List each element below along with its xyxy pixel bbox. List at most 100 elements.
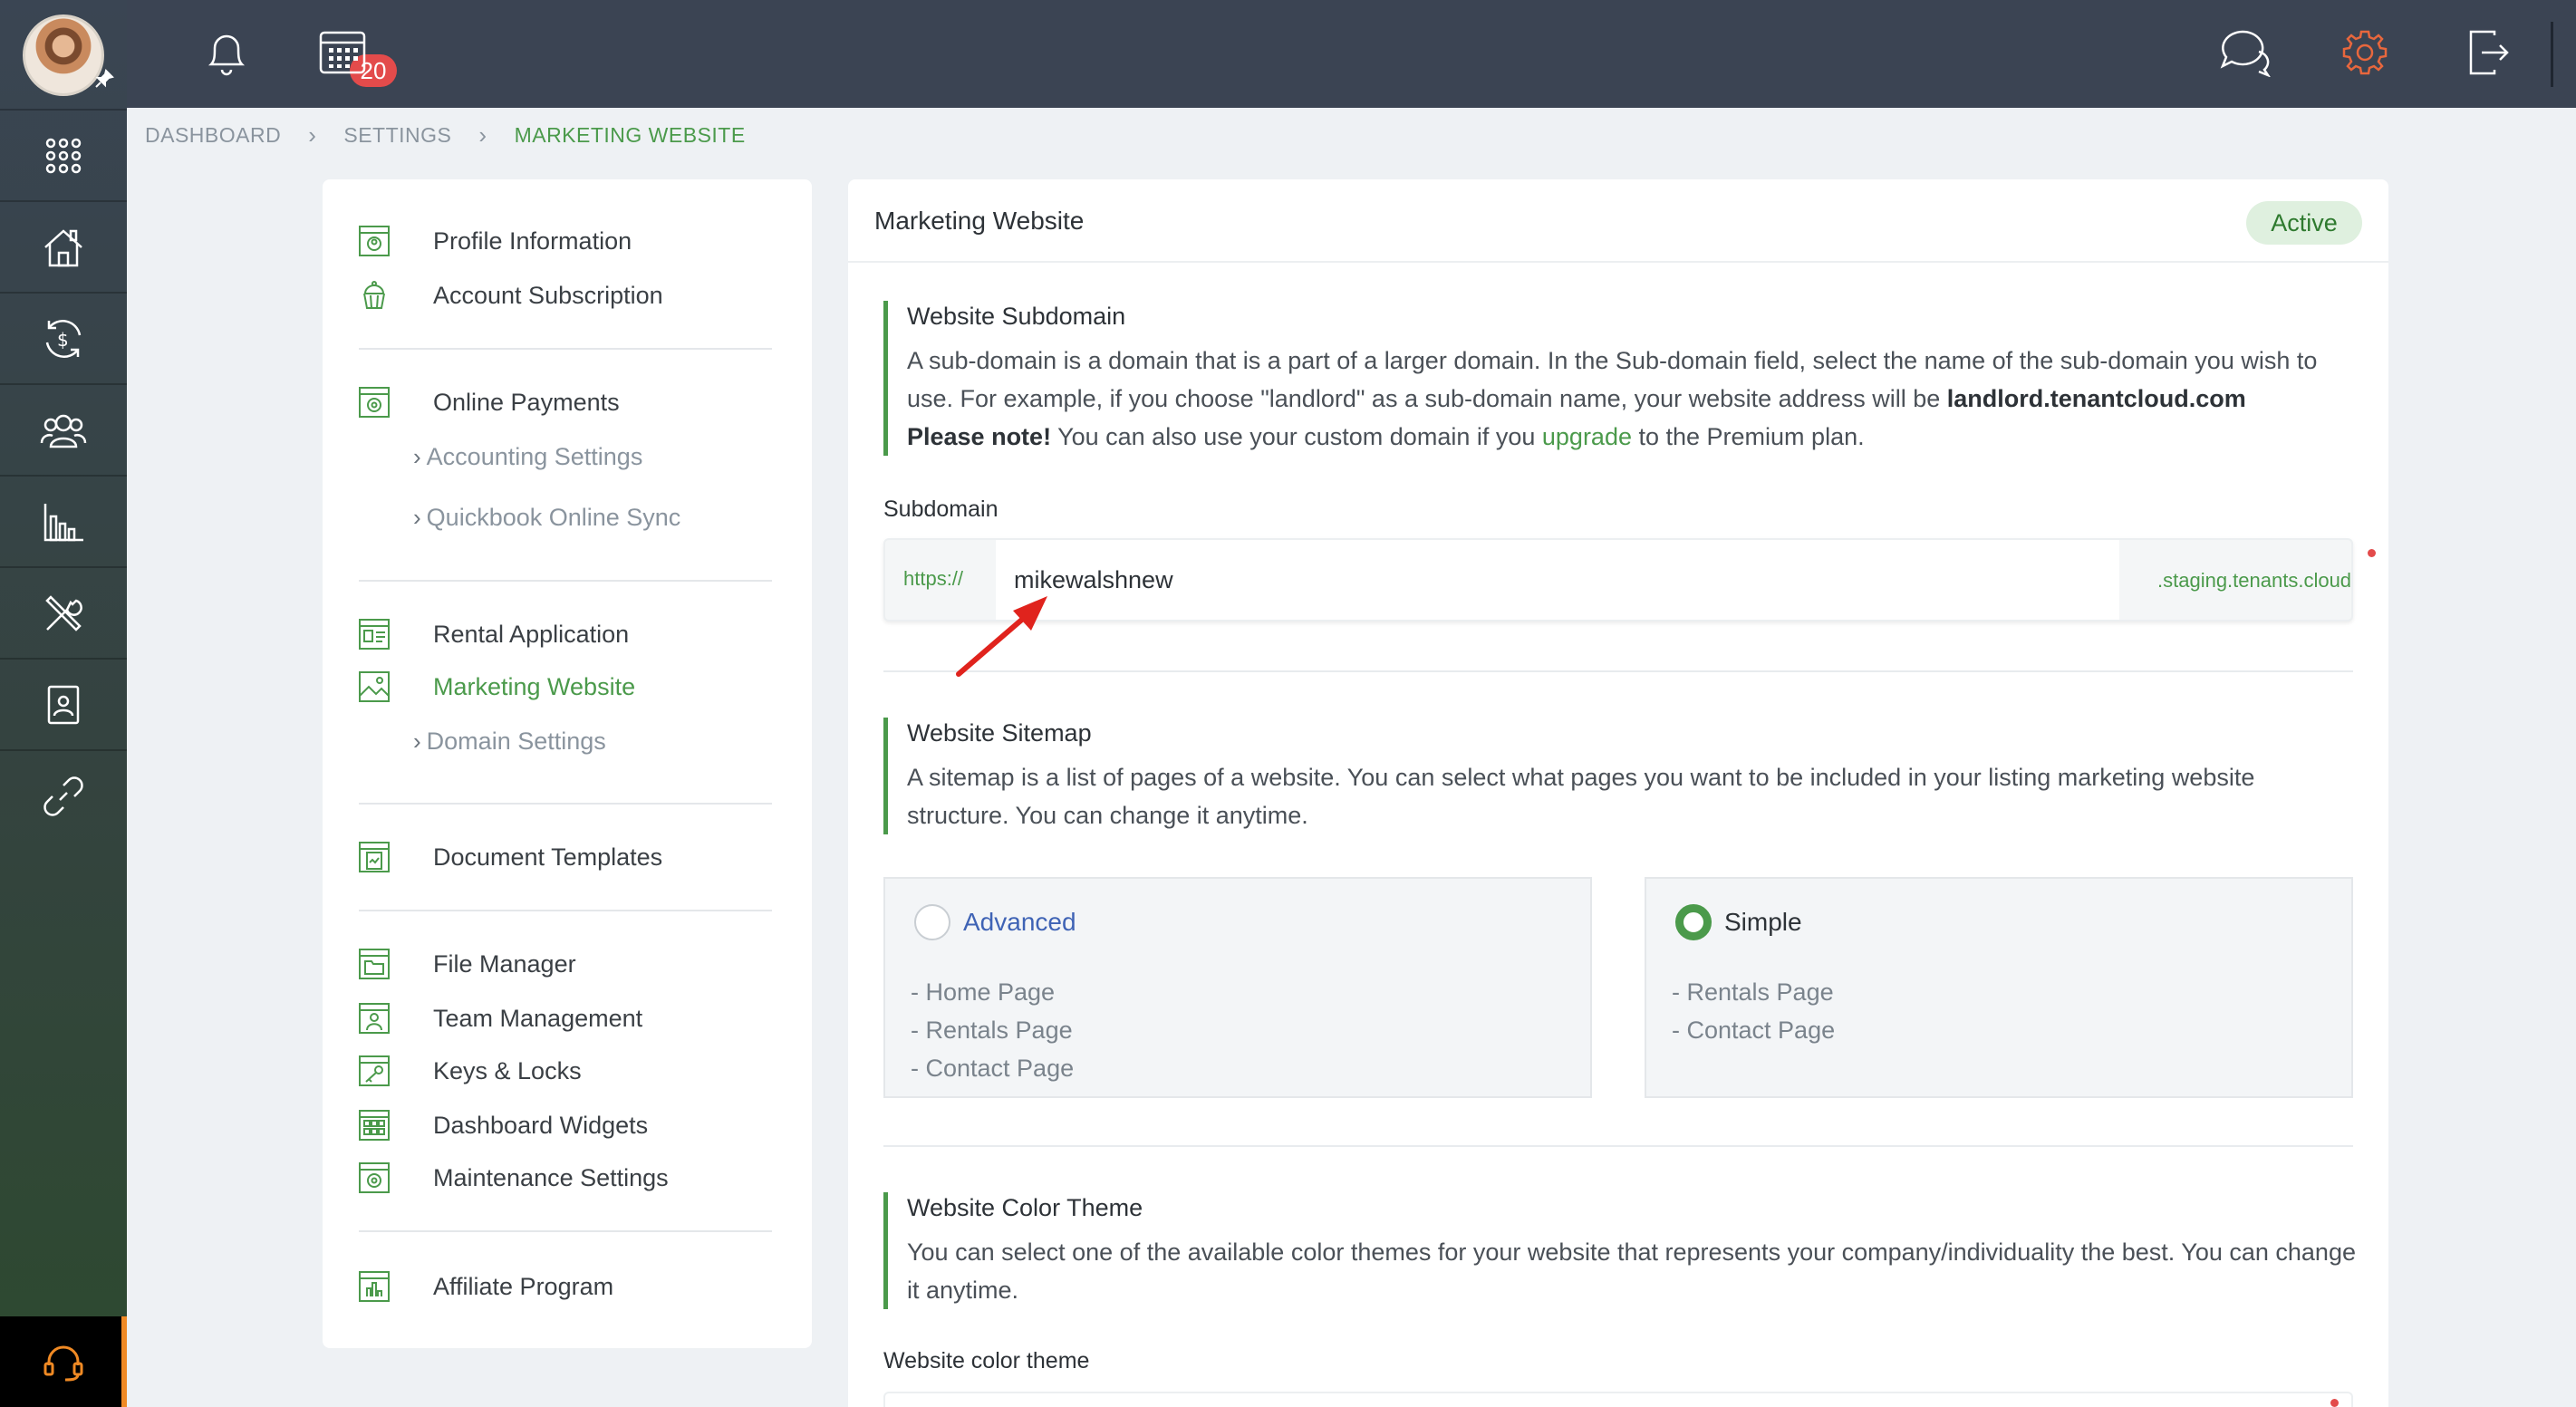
radio-simple[interactable] xyxy=(1675,904,1712,940)
section-divider xyxy=(883,670,2353,672)
user-avatar-area[interactable] xyxy=(0,0,127,109)
profile-icon xyxy=(357,224,391,258)
menu-item-account-subscription[interactable]: Account Subscription xyxy=(357,277,663,313)
menu-label: Profile Information xyxy=(433,226,632,255)
topbar-divider xyxy=(2551,22,2553,87)
required-indicator xyxy=(2330,1399,2339,1407)
example-domain: landlord.tenantcloud.com xyxy=(1946,385,2246,412)
section-title: Website Color Theme xyxy=(907,1194,1143,1221)
calendar-icon[interactable] xyxy=(315,25,370,80)
breadcrumb: DASHBOARD › SETTINGS › MARKETING WEBSITE xyxy=(145,121,746,149)
subdomain-field-label: Subdomain xyxy=(883,496,999,522)
subdomain-input[interactable]: mikewalshnew xyxy=(996,540,2119,620)
people-icon[interactable] xyxy=(0,383,127,475)
menu-label: Team Management xyxy=(433,1004,643,1032)
menu-item-document-templates[interactable]: Document Templates xyxy=(357,839,662,875)
menu-item-profile-information[interactable]: Profile Information xyxy=(357,223,632,259)
marketing-website-card: Marketing Website Active Website Subdoma… xyxy=(848,179,2388,1407)
reports-icon[interactable] xyxy=(0,475,127,566)
list-item: - Rentals Page xyxy=(1672,978,1834,1006)
submenu-item-accounting-settings[interactable]: › Accounting Settings xyxy=(413,438,642,475)
submenu-label: Quickbook Online Sync xyxy=(426,503,681,531)
avatar[interactable] xyxy=(23,14,104,96)
description-text: to the Premium plan. xyxy=(1631,423,1865,450)
menu-divider xyxy=(359,348,772,350)
submenu-label: Domain Settings xyxy=(426,727,606,755)
option-header: Simple xyxy=(1675,904,1802,940)
simple-pages-list: - Rentals Page - Contact Page xyxy=(1672,973,1835,1049)
menu-divider xyxy=(359,580,772,582)
support-accent-bar xyxy=(121,1316,127,1407)
chat-bubbles-icon[interactable] xyxy=(2218,25,2272,80)
advanced-pages-list: - Home Page - Rentals Page - Contact Pag… xyxy=(911,973,1074,1087)
key-icon xyxy=(357,1054,391,1088)
menu-label: Maintenance Settings xyxy=(433,1163,669,1191)
menu-divider xyxy=(359,910,772,911)
sitemap-option-simple[interactable]: Simple - Rentals Page - Contact Page xyxy=(1645,877,2353,1098)
breadcrumb-settings[interactable]: SETTINGS xyxy=(343,123,451,148)
apps-grid-icon[interactable] xyxy=(0,109,127,200)
please-note-label: Please note! xyxy=(907,423,1052,450)
menu-item-rental-application[interactable]: Rental Application xyxy=(357,616,629,652)
support-headset-icon[interactable] xyxy=(0,1316,127,1407)
menu-item-maintenance-settings[interactable]: Maintenance Settings xyxy=(357,1160,669,1196)
upgrade-link[interactable]: upgrade xyxy=(1542,423,1632,450)
option-label: Advanced xyxy=(963,908,1076,936)
documents-icon[interactable] xyxy=(0,658,127,749)
subdomain-suffix: .staging.tenants.cloud xyxy=(2157,569,2352,592)
list-item: - Home Page xyxy=(911,978,1056,1006)
submenu-item-domain-settings[interactable]: › Domain Settings xyxy=(413,723,606,759)
option-header: Advanced xyxy=(914,904,1076,940)
section-description: A sitemap is a list of pages of a websit… xyxy=(907,764,2255,829)
accounting-icon[interactable]: $ xyxy=(0,292,127,383)
integrations-link-icon[interactable] xyxy=(0,749,127,841)
menu-item-affiliate-program[interactable]: Affiliate Program xyxy=(357,1268,613,1305)
menu-item-team-management[interactable]: Team Management xyxy=(357,1000,642,1036)
section-title: Website Subdomain xyxy=(907,303,1126,330)
menu-label: Affiliate Program xyxy=(433,1272,614,1300)
chevron-right-icon: › xyxy=(413,727,421,755)
pin-icon[interactable] xyxy=(94,69,114,89)
top-bar: 20 xyxy=(127,0,2576,108)
properties-icon[interactable] xyxy=(0,200,127,292)
settings-gear-icon[interactable] xyxy=(2338,25,2392,80)
menu-divider xyxy=(359,803,772,805)
logout-icon[interactable] xyxy=(2462,25,2516,80)
settings-menu-panel: Profile Information Account Subscription… xyxy=(323,179,812,1348)
status-badge: Active xyxy=(2246,201,2362,245)
menu-label: File Manager xyxy=(433,949,576,978)
submenu-item-quickbook-online-sync[interactable]: › Quickbook Online Sync xyxy=(413,499,680,535)
menu-item-keys-locks[interactable]: Keys & Locks xyxy=(357,1053,582,1089)
list-item: - Contact Page xyxy=(1672,1017,1836,1044)
card-title: Marketing Website xyxy=(874,207,1085,235)
notifications-bell-icon[interactable] xyxy=(199,25,254,80)
menu-item-file-manager[interactable]: File Manager xyxy=(357,946,576,982)
image-icon xyxy=(357,670,391,704)
radio-advanced[interactable] xyxy=(914,904,950,940)
sitemap-option-advanced[interactable]: Advanced - Home Page - Rentals Page - Co… xyxy=(883,877,1592,1098)
menu-label: Document Templates xyxy=(433,843,663,871)
breadcrumb-dashboard[interactable]: DASHBOARD xyxy=(145,123,281,148)
maintenance-gear-icon xyxy=(357,1161,391,1195)
chevron-right-icon: › xyxy=(413,503,421,531)
menu-label: Keys & Locks xyxy=(433,1056,582,1084)
menu-item-marketing-website[interactable]: Marketing Website xyxy=(357,669,635,705)
option-label: Simple xyxy=(1724,908,1802,936)
chevron-right-icon: › xyxy=(413,442,421,470)
menu-label: Rental Application xyxy=(433,620,630,648)
left-rail: $ xyxy=(0,0,127,1407)
section-divider xyxy=(883,1145,2353,1147)
menu-item-online-payments[interactable]: Online Payments xyxy=(357,384,620,420)
affiliate-icon xyxy=(357,1269,391,1304)
menu-label: Online Payments xyxy=(433,388,620,416)
cupcake-icon xyxy=(357,278,391,313)
description-text: You can also use your custom domain if y… xyxy=(1051,423,1542,450)
menu-item-dashboard-widgets[interactable]: Dashboard Widgets xyxy=(357,1107,648,1143)
color-theme-field-label: Website color theme xyxy=(883,1348,1090,1373)
breadcrumb-marketing-website: MARKETING WEBSITE xyxy=(514,122,746,147)
submenu-label: Accounting Settings xyxy=(426,442,643,470)
maintenance-tools-icon[interactable] xyxy=(0,566,127,658)
color-theme-select[interactable] xyxy=(883,1392,2353,1407)
chevron-right-icon: › xyxy=(308,120,317,149)
section-description: You can select one of the available colo… xyxy=(907,1238,2356,1304)
